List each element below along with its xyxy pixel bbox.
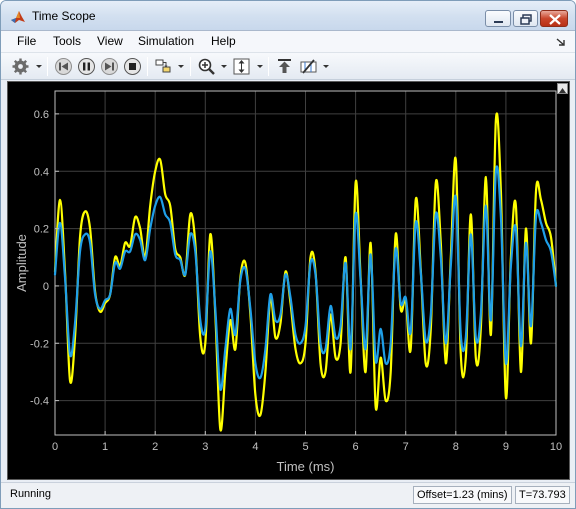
menu-bar: File Tools View Simulation Help: [1, 31, 575, 53]
measurements-dropdown-arrow[interactable]: [323, 65, 329, 68]
simulation-time-readout: T=73.793: [515, 486, 570, 504]
x-tick-label: 0: [52, 441, 58, 453]
cursor-measurements-icon[interactable]: [299, 57, 318, 76]
toolbar-separator: [268, 57, 269, 76]
simulation-status: Running: [10, 488, 51, 500]
step-forward-icon[interactable]: [100, 57, 119, 76]
x-tick-label: 10: [550, 441, 562, 453]
x-tick-label: 3: [202, 441, 208, 453]
maximize-button[interactable]: [513, 10, 538, 27]
y-tick-label: -0.4: [30, 396, 49, 408]
x-tick-label: 1: [102, 441, 108, 453]
x-tick-label: 2: [152, 441, 158, 453]
minimize-button[interactable]: [485, 10, 511, 27]
settings-dropdown-arrow[interactable]: [36, 65, 42, 68]
x-axis-label: Time (ms): [276, 459, 334, 474]
menu-view[interactable]: View: [97, 34, 123, 48]
y-tick-label: 0.4: [34, 166, 49, 178]
scale-dropdown-arrow[interactable]: [257, 65, 263, 68]
toolbar-separator: [147, 57, 148, 76]
scope-display: 0 1 2 3 4 5 6 7 8 9 10 -0.4 -0.2 0 0.2 0.4 0.6 Time (ms)…: [7, 81, 570, 480]
x-tick-label: 9: [503, 441, 509, 453]
menu-file[interactable]: File: [17, 34, 36, 48]
y-tick-label: 0.2: [34, 224, 49, 236]
window-title: Time Scope: [32, 9, 96, 23]
menu-help[interactable]: Help: [211, 34, 236, 48]
step-back-icon[interactable]: [54, 57, 73, 76]
matlab-app-icon: [11, 11, 25, 23]
zoom-dropdown-arrow[interactable]: [221, 65, 227, 68]
scale-axes-icon[interactable]: [232, 57, 251, 76]
minimize-icon: [494, 21, 503, 23]
time-scope-plot[interactable]: 0 1 2 3 4 5 6 7 8 9 10 -0.4 -0.2 0 0.2 0.4 0.6 Time (ms)…: [8, 82, 569, 479]
restore-icon: [520, 14, 532, 25]
highlight-dropdown-arrow[interactable]: [178, 65, 184, 68]
toolbar-separator: [190, 57, 191, 76]
menu-simulation[interactable]: Simulation: [138, 34, 194, 48]
x-tick-label: 5: [302, 441, 308, 453]
menu-tools[interactable]: Tools: [53, 34, 81, 48]
y-axis-label: Amplitude: [14, 234, 29, 292]
status-bar: Running Offset=1.23 (mins) T=73.793: [1, 482, 575, 508]
x-tick-label: 6: [353, 441, 359, 453]
toolbar: [1, 53, 575, 80]
title-bar[interactable]: Time Scope: [1, 1, 575, 31]
y-tick-label: 0: [43, 281, 49, 293]
y-tick-label: 0.6: [34, 109, 49, 121]
x-tick-label: 7: [403, 441, 409, 453]
close-button[interactable]: [540, 10, 568, 27]
time-scope-window: Time Scope File Tools View Simulation He…: [0, 0, 576, 509]
settings-gear-icon[interactable]: [11, 57, 30, 76]
y-tick-label: -0.2: [30, 338, 49, 350]
highlight-block-icon[interactable]: [154, 57, 173, 76]
close-icon: [549, 14, 561, 25]
stop-icon[interactable]: [123, 57, 142, 76]
zoom-in-icon[interactable]: [197, 57, 216, 76]
x-tick-label: 8: [453, 441, 459, 453]
pause-icon[interactable]: [77, 57, 96, 76]
dock-arrow-icon[interactable]: [555, 36, 567, 48]
undock-plot-button[interactable]: [557, 83, 568, 94]
toolbar-separator: [47, 57, 48, 76]
undock-icon: [559, 88, 566, 93]
x-tick-label: 4: [252, 441, 258, 453]
time-offset-readout: Offset=1.23 (mins): [413, 486, 512, 504]
keep-on-top-icon[interactable]: [275, 57, 294, 76]
grid: [54, 91, 557, 435]
